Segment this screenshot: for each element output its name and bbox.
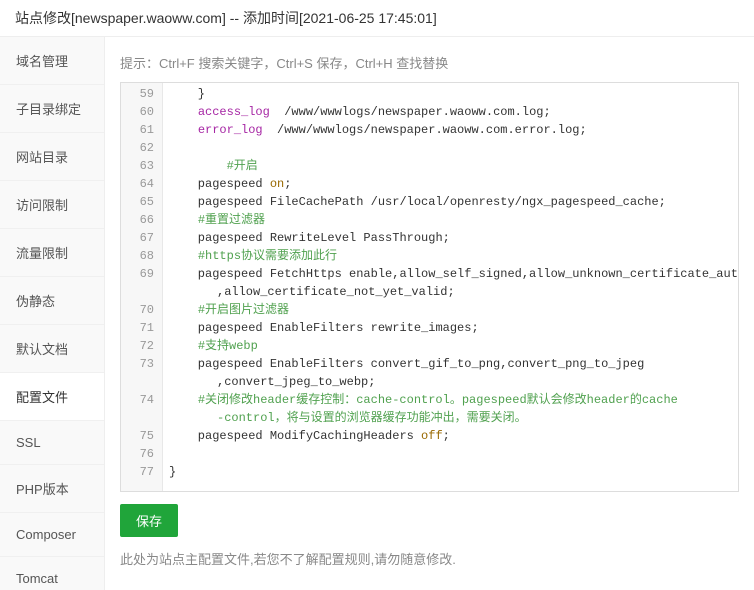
content-area: 提示：Ctrl+F 搜索关键字，Ctrl+S 保存，Ctrl+H 查找替换 59…: [105, 37, 754, 590]
line-gutter: 59606162636465666768697071727374757677: [121, 83, 163, 491]
hint-text: 提示：Ctrl+F 搜索关键字，Ctrl+S 保存，Ctrl+H 查找替换: [120, 49, 739, 82]
page-title: 站点修改[newspaper.waoww.com] -- 添加时间[2021-0…: [0, 0, 754, 37]
sidebar-item[interactable]: Composer: [0, 513, 104, 557]
sidebar-item[interactable]: PHP版本: [0, 465, 104, 513]
sidebar: 域名管理子目录绑定网站目录访问限制流量限制伪静态默认文档配置文件SSLPHP版本…: [0, 37, 105, 590]
save-button[interactable]: 保存: [120, 504, 178, 537]
sidebar-item[interactable]: SSL: [0, 421, 104, 465]
footnote-text: 此处为站点主配置文件,若您不了解配置规则,请勿随意修改.: [120, 549, 739, 568]
sidebar-item[interactable]: 配置文件: [0, 373, 104, 421]
sidebar-item[interactable]: 访问限制: [0, 181, 104, 229]
sidebar-item[interactable]: 伪静态: [0, 277, 104, 325]
sidebar-item[interactable]: Tomcat: [0, 557, 104, 590]
button-row: 保存: [120, 504, 739, 537]
sidebar-item[interactable]: 默认文档: [0, 325, 104, 373]
sidebar-item[interactable]: 子目录绑定: [0, 85, 104, 133]
sidebar-item[interactable]: 域名管理: [0, 37, 104, 85]
code-body[interactable]: } access_log /www/wwwlogs/newspaper.waow…: [163, 83, 738, 491]
sidebar-item[interactable]: 网站目录: [0, 133, 104, 181]
sidebar-item[interactable]: 流量限制: [0, 229, 104, 277]
code-editor[interactable]: 59606162636465666768697071727374757677 }…: [120, 82, 739, 492]
main-container: 域名管理子目录绑定网站目录访问限制流量限制伪静态默认文档配置文件SSLPHP版本…: [0, 37, 754, 590]
